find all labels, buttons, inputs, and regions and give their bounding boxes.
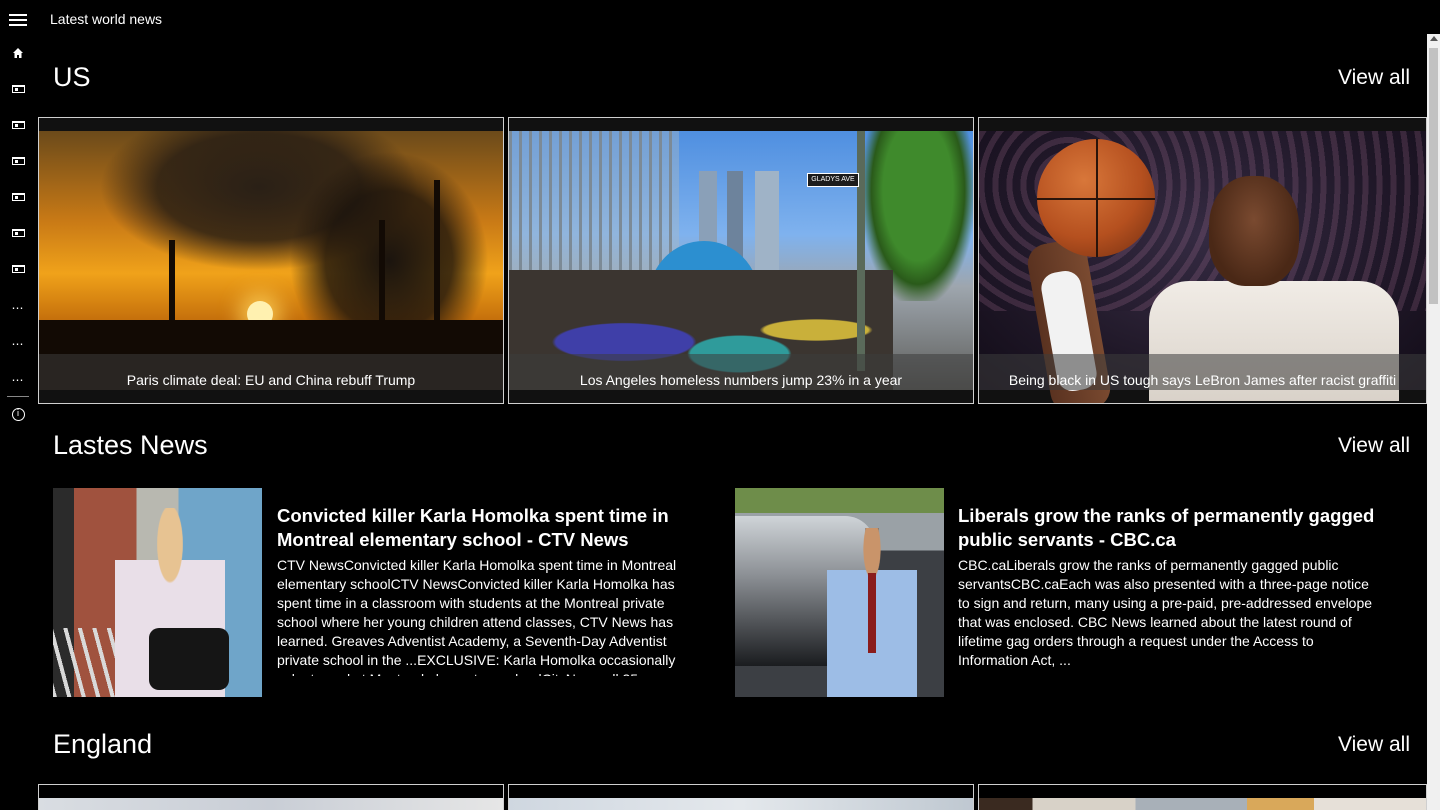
more-icon: … bbox=[11, 334, 25, 348]
article-thumbnail bbox=[53, 488, 262, 697]
nav-category-3-button[interactable] bbox=[0, 143, 36, 179]
nav-more-2-button[interactable]: … bbox=[0, 323, 36, 359]
england-story-tile-1[interactable] bbox=[38, 784, 504, 810]
newspaper-icon bbox=[11, 265, 25, 273]
section-title-latest: Lastes News bbox=[53, 430, 208, 460]
article-thumbnail bbox=[735, 488, 944, 697]
home-icon bbox=[13, 48, 23, 58]
article-summary: CTV NewsConvicted killer Karla Homolka s… bbox=[277, 557, 677, 676]
newspaper-icon bbox=[11, 193, 25, 201]
info-icon: i bbox=[11, 407, 25, 421]
story-caption: Paris climate deal: EU and China rebuff … bbox=[126, 372, 416, 388]
story-caption: Los Angeles homeless numbers jump 23% in… bbox=[579, 372, 903, 388]
hamburger-menu-button[interactable] bbox=[0, 2, 36, 38]
more-icon: … bbox=[11, 370, 25, 384]
article-title[interactable]: Liberals grow the ranks of permanently g… bbox=[958, 504, 1398, 552]
nav-category-5-button[interactable] bbox=[0, 215, 36, 251]
nav-more-3-button[interactable]: … bbox=[0, 359, 36, 395]
scroll-up-arrow-icon[interactable] bbox=[1430, 36, 1438, 41]
us-view-all-link[interactable]: View all bbox=[1338, 66, 1410, 90]
nav-category-4-button[interactable] bbox=[0, 179, 36, 215]
nav-category-2-button[interactable] bbox=[0, 107, 36, 143]
nav-category-1-button[interactable] bbox=[0, 71, 36, 107]
story-image bbox=[979, 798, 1426, 810]
story-image bbox=[39, 798, 503, 810]
england-story-tile-3[interactable] bbox=[978, 784, 1427, 810]
story-image bbox=[39, 131, 503, 390]
england-view-all-link[interactable]: View all bbox=[1338, 733, 1410, 757]
story-image bbox=[979, 131, 1426, 403]
story-caption: Being black in US tough says LeBron Jame… bbox=[1008, 372, 1397, 388]
nav-category-6-button[interactable] bbox=[0, 251, 36, 287]
navigation-rail: … … … i bbox=[0, 0, 36, 810]
us-story-tile-2[interactable]: GLADYS AVE Los Angeles homeless numbers … bbox=[508, 117, 974, 404]
us-story-tile-3[interactable]: Being black in US tough says LeBron Jame… bbox=[978, 117, 1427, 404]
newspaper-icon bbox=[11, 157, 25, 165]
newspaper-icon bbox=[11, 229, 25, 237]
app-title: Latest world news bbox=[50, 11, 163, 27]
story-image bbox=[509, 798, 973, 810]
section-title-england: England bbox=[53, 729, 153, 759]
newspaper-icon bbox=[11, 85, 25, 93]
us-story-tile-1[interactable]: Paris climate deal: EU and China rebuff … bbox=[38, 117, 504, 404]
article-summary: CBC.caLiberals grow the ranks of permane… bbox=[958, 557, 1373, 668]
latest-view-all-link[interactable]: View all bbox=[1338, 434, 1410, 458]
story-image: GLADYS AVE bbox=[509, 131, 973, 390]
scrollbar-thumb[interactable] bbox=[1429, 48, 1438, 304]
newspaper-icon bbox=[11, 121, 25, 129]
nav-more-1-button[interactable]: … bbox=[0, 287, 36, 323]
section-title-us: US bbox=[53, 62, 91, 92]
more-icon: … bbox=[11, 298, 25, 312]
home-button[interactable] bbox=[0, 35, 36, 71]
article-title[interactable]: Convicted killer Karla Homolka spent tim… bbox=[277, 504, 707, 552]
vertical-scrollbar[interactable] bbox=[1427, 34, 1440, 810]
about-button[interactable]: i bbox=[0, 396, 36, 432]
street-sign: GLADYS AVE bbox=[807, 173, 859, 187]
basketball-shape bbox=[1037, 139, 1155, 257]
england-story-tile-2[interactable] bbox=[508, 784, 974, 810]
hamburger-icon bbox=[9, 14, 27, 26]
